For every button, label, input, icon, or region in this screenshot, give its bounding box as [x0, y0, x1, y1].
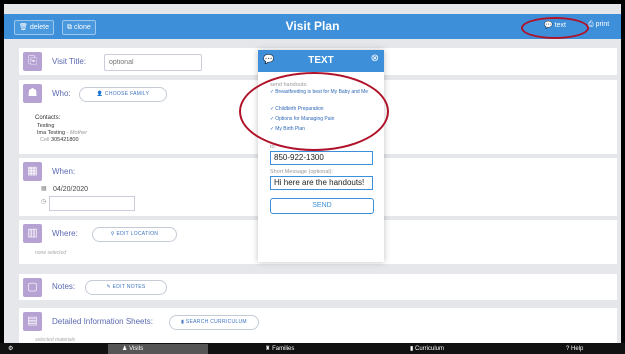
when-label: When: [52, 167, 76, 176]
where-label: Where: [52, 229, 78, 238]
choose-family-button[interactable]: 👤 CHOOSE FAMILY [79, 87, 167, 102]
where-none-selected: none selected [35, 250, 67, 256]
tab-families[interactable]: ♜ Families [265, 344, 294, 354]
time-field[interactable] [49, 196, 135, 211]
visit-title-input[interactable] [104, 54, 202, 71]
person-icon: ☗ [23, 84, 42, 103]
contact-row-2: Ima Testing - Mother [37, 130, 88, 136]
tab-visits[interactable]: ♟ Visits [108, 344, 208, 354]
notes-label: Notes: [52, 282, 76, 291]
search-curriculum-button[interactable]: ▮ SEARCH CURRICULUM [169, 315, 259, 330]
map-icon: ▥ [23, 224, 42, 243]
short-message-label: Short Message (optional): [270, 169, 333, 175]
info-sheets-label: Detailed Information Sheets: [52, 317, 153, 326]
calendar-small-icon: ▦ [41, 186, 47, 192]
book-icon: ▮ [181, 319, 185, 325]
contacts-label: Contacts: [35, 115, 61, 121]
location-pin-icon: ⚲ [110, 231, 115, 237]
edit-location-button[interactable]: ⚲ EDIT LOCATION [92, 227, 177, 242]
phone-input[interactable]: 850-922-1300 [270, 151, 373, 165]
annotation-circle-handouts [239, 72, 389, 151]
tab-help[interactable]: ? Help [566, 344, 583, 354]
modal-title: TEXT [308, 55, 334, 66]
person-small-icon: 👤 [96, 91, 104, 97]
info-sheets-section: ▤ Detailed Information Sheets: ▮ SEARCH … [19, 308, 617, 343]
print-button[interactable]: ⎙ print [588, 21, 609, 29]
calendar-icon: ▦ [23, 162, 42, 181]
who-label: Who: [52, 89, 71, 98]
contact-name-1: Testing [37, 123, 55, 129]
curriculum-icon: ▮ [410, 346, 414, 352]
families-icon: ♜ [265, 346, 271, 352]
app-frame: 🗑 delete ⧉ clone Visit Plan 💬 text ⎙ print… [4, 4, 621, 343]
note-icon: ▢ [23, 278, 42, 297]
bottom-tab-bar: ⚙ ♟ Visits ♜ Families ▮ Curriculum ? Hel… [0, 343, 625, 354]
modal-header: 💬 TEXT ⊗ [258, 50, 384, 72]
send-button[interactable]: SEND [270, 198, 374, 214]
contact-cell: Cell 305421800 [40, 137, 79, 143]
document-icon: ▤ [23, 312, 42, 331]
edit-notes-button[interactable]: ✎ EDIT NOTES [85, 280, 167, 295]
date-field[interactable]: 04/20/2020 [49, 183, 133, 196]
visit-title-label: Visit Title: [52, 57, 87, 66]
close-icon[interactable]: ⊗ [371, 53, 379, 64]
notes-section: ▢ Notes: ✎ EDIT NOTES [19, 274, 617, 300]
clock-icon: ◷ [41, 199, 47, 205]
visits-icon: ♟ [122, 346, 128, 352]
annotation-circle-text [521, 17, 589, 39]
settings-icon[interactable]: ⚙ [8, 344, 13, 354]
pencil-icon: ✎ [106, 284, 111, 290]
bookmark-icon: ⎘ [23, 52, 42, 71]
short-message-input[interactable]: Hi here are the handouts! [270, 176, 373, 190]
help-icon: ? [566, 346, 570, 352]
tab-curriculum[interactable]: ▮ Curriculum [410, 344, 444, 354]
